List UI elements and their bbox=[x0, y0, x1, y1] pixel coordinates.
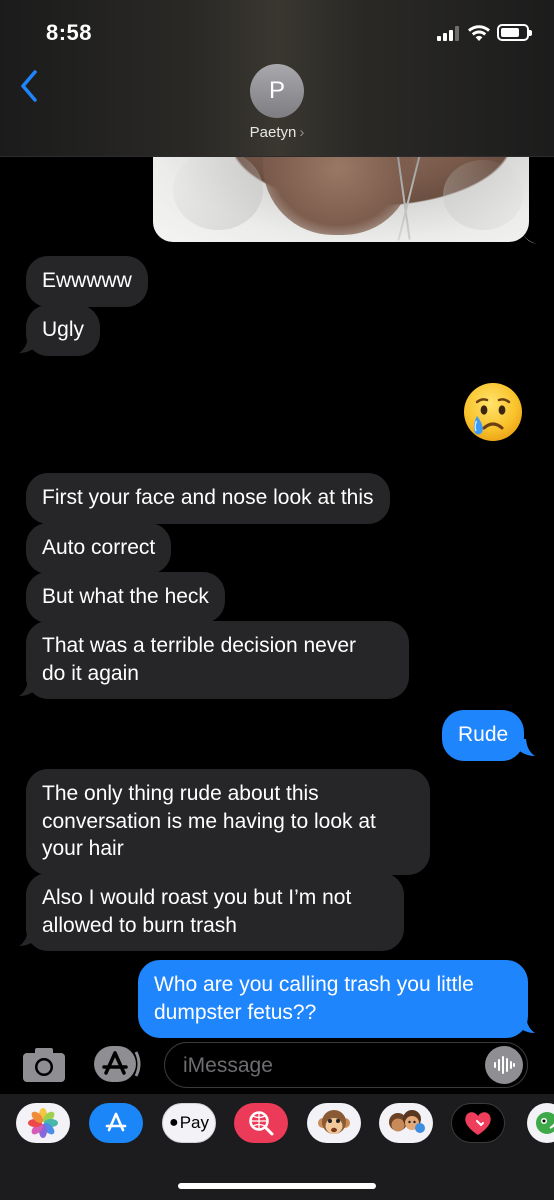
sticker-app-icon bbox=[536, 1112, 554, 1134]
photos-icon bbox=[28, 1108, 58, 1138]
app-store-app-button[interactable] bbox=[89, 1103, 143, 1143]
apple-pay-label: Pay bbox=[179, 1113, 209, 1132]
message-line: your hair bbox=[42, 837, 124, 860]
message-line: Also I would roast you but I’m not bbox=[42, 886, 352, 909]
chevron-right-icon: › bbox=[299, 124, 305, 141]
status-time: 8:58 bbox=[46, 20, 93, 45]
cellular-signal-icon bbox=[437, 25, 463, 41]
message-bubble-incoming[interactable]: Also I would roast you but I’m not allow… bbox=[26, 873, 404, 951]
animoji-icon bbox=[318, 1110, 350, 1134]
digital-touch-icon bbox=[465, 1112, 491, 1135]
app-store-icon bbox=[102, 1109, 130, 1137]
digital-touch-app-button[interactable] bbox=[451, 1103, 505, 1143]
app-store-icon[interactable] bbox=[92, 1044, 142, 1084]
message-bubble-incoming[interactable]: Ugly bbox=[26, 305, 101, 356]
image-search-app-button[interactable] bbox=[234, 1103, 288, 1143]
message-line: That was a terrible decision never bbox=[42, 634, 356, 657]
image-search-icon bbox=[249, 1111, 274, 1136]
message-line: The only thing rude about this bbox=[42, 782, 319, 805]
memoji-icon bbox=[389, 1110, 425, 1133]
waveform-icon bbox=[494, 1056, 515, 1074]
home-indicator[interactable] bbox=[178, 1183, 376, 1189]
wifi-icon bbox=[468, 25, 490, 41]
crying-face-emoji[interactable] bbox=[463, 382, 523, 442]
memoji-app-button[interactable] bbox=[379, 1103, 433, 1143]
conversation-header: 8:58 P Paetyn › bbox=[0, 0, 554, 157]
message-input-container bbox=[164, 1042, 528, 1088]
apple-pay-app-button[interactable]: ● Pay bbox=[162, 1103, 216, 1143]
back-button[interactable] bbox=[14, 66, 44, 106]
photos-app-button[interactable] bbox=[16, 1103, 70, 1143]
contact-name-button[interactable]: Paetyn › bbox=[0, 124, 554, 141]
message-line: dumpster fetus?? bbox=[154, 1000, 317, 1024]
message-bubble-incoming[interactable]: But what the heck bbox=[26, 572, 225, 623]
bubble-tail bbox=[19, 929, 37, 946]
message-bubble-incoming[interactable]: Ewwwww bbox=[26, 256, 148, 307]
bubble-tail bbox=[517, 1016, 535, 1033]
message-bubble-incoming[interactable]: The only thing rude about this conversat… bbox=[26, 769, 430, 875]
message-line: do it again bbox=[42, 661, 139, 685]
bubble-tail bbox=[19, 679, 37, 696]
camera-icon[interactable] bbox=[22, 1047, 66, 1083]
bubble-tail bbox=[19, 336, 37, 353]
contact-avatar[interactable]: P bbox=[250, 64, 304, 118]
message-bubble-incoming[interactable]: Auto correct bbox=[26, 523, 172, 574]
message-line: conversation is me having to look at bbox=[42, 809, 376, 833]
battery-icon bbox=[497, 24, 532, 41]
chevron-left-icon bbox=[21, 70, 37, 102]
message-input[interactable] bbox=[183, 1051, 473, 1081]
message-line: allowed to burn trash bbox=[42, 913, 237, 937]
audio-message-button[interactable] bbox=[485, 1046, 523, 1084]
animoji-app-button[interactable] bbox=[307, 1103, 361, 1143]
contact-name: Paetyn bbox=[249, 124, 297, 141]
message-bubble-incoming[interactable]: That was a terrible decision never do it… bbox=[26, 621, 409, 699]
message-line: Who are you calling trash you little bbox=[154, 973, 474, 996]
bubble-tail bbox=[517, 739, 535, 756]
apple-icon: ● bbox=[169, 1114, 179, 1131]
message-bubble-outgoing[interactable]: Who are you calling trash you little dum… bbox=[138, 960, 528, 1038]
bubble-tail bbox=[521, 228, 537, 244]
message-bubble-incoming[interactable]: First your face and nose look at this bbox=[26, 473, 390, 524]
message-bubble-outgoing[interactable]: Rude bbox=[442, 710, 525, 761]
